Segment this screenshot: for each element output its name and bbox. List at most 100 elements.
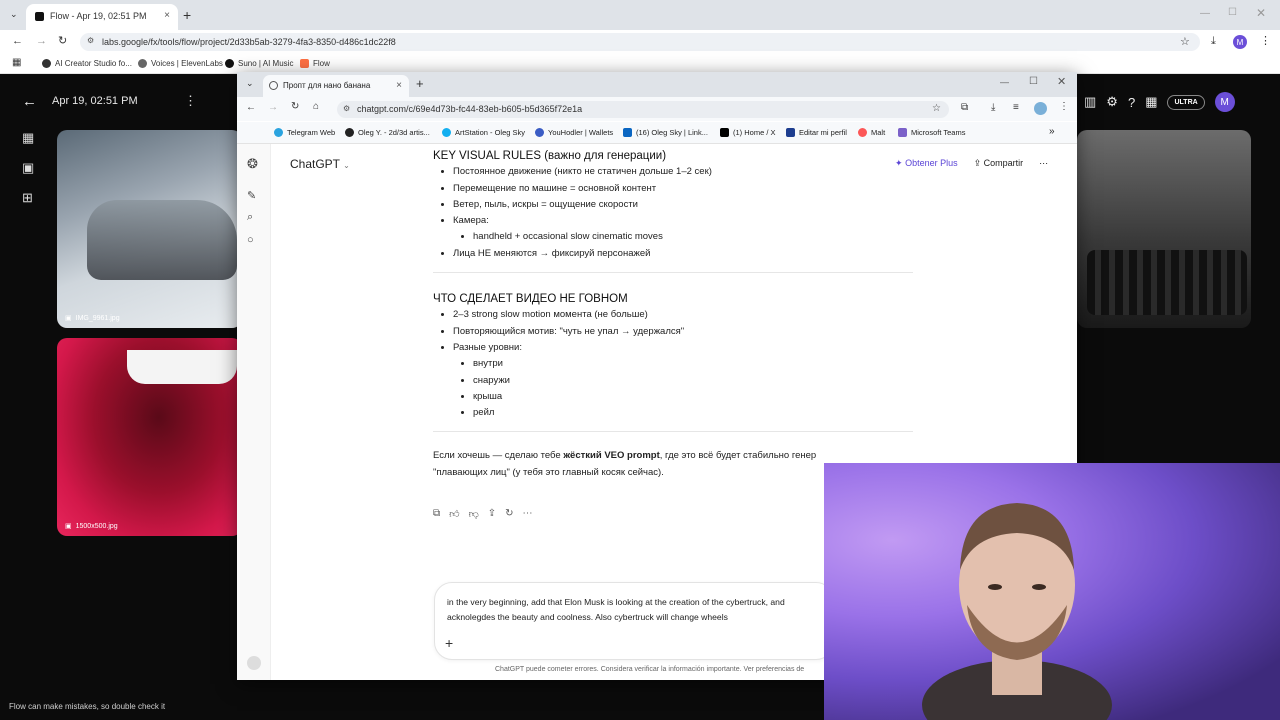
image-icon[interactable]: ▣ — [22, 160, 34, 176]
bookmark-item[interactable]: Malt — [858, 128, 885, 137]
forward-icon[interactable]: → — [268, 102, 278, 113]
thumbs-down-icon[interactable]: 👎︎ — [469, 508, 479, 520]
bookmark-star-icon[interactable]: ☆ — [1180, 35, 1190, 48]
more-bookmarks-icon[interactable]: » — [1049, 126, 1055, 137]
bookmark-item[interactable]: Flow — [300, 59, 330, 68]
apps-grid-icon[interactable]: ▦ — [12, 57, 21, 68]
list-item: Камера: handheld + occasional slow cinem… — [453, 213, 913, 246]
more-options-icon[interactable]: ⋯ — [1039, 158, 1048, 169]
minimize-icon[interactable]: — — [1000, 77, 1009, 87]
project-menu-icon[interactable]: ⋮ — [184, 93, 197, 109]
image-file-icon: ▣ — [65, 523, 72, 530]
profile-avatar[interactable]: M — [1233, 35, 1247, 49]
list-item: крыша — [473, 389, 913, 405]
new-chat-icon[interactable]: ✎ — [247, 189, 256, 202]
tab-title: Пропт для нано банана — [283, 81, 371, 90]
prompt-composer[interactable]: in the very beginning, add that Elon Mus… — [434, 582, 834, 660]
share-button[interactable]: ⇪ Compartir — [974, 158, 1024, 169]
webcam-overlay — [824, 463, 1280, 720]
bookmark-item[interactable]: Editar mi perfil — [786, 128, 847, 137]
openai-logo-icon[interactable]: ❂ — [247, 156, 258, 172]
bookmark-item[interactable]: ArtStation - Oleg Sky — [442, 128, 525, 137]
flow-favicon-icon — [35, 12, 44, 21]
reload-icon[interactable]: ↻ — [291, 101, 299, 112]
close-tab-icon[interactable]: × — [164, 10, 170, 21]
maximize-icon[interactable]: ☐ — [1029, 76, 1038, 87]
bookmark-favicon-icon — [274, 128, 283, 137]
site-info-icon[interactable]: ⚙ — [343, 104, 350, 113]
minimize-icon[interactable]: — — [1200, 8, 1210, 19]
home-icon[interactable]: ⌂ — [313, 101, 319, 112]
search-icon[interactable]: ⌕ — [247, 211, 253, 224]
download-icon[interactable]: ⤓ — [991, 102, 995, 113]
bookmark-item[interactable]: Microsoft Teams — [898, 128, 965, 137]
tab-search-icon[interactable]: ⌄ — [10, 9, 18, 20]
bookmark-item[interactable]: YouHodler | Wallets — [535, 128, 613, 137]
model-selector[interactable]: ChatGPT ⌄ — [290, 157, 350, 171]
prompt-input[interactable]: in the very beginning, add that Elon Mus… — [447, 595, 832, 625]
bookmark-item[interactable]: Voices | ElevenLabs — [138, 59, 223, 68]
bookmark-item[interactable]: Suno | AI Music — [225, 59, 293, 68]
bookmark-favicon-icon — [898, 128, 907, 137]
project-title: Apr 19, 02:51 PM — [52, 95, 138, 107]
share-icon[interactable]: ⇪ — [488, 508, 496, 520]
bookmark-item[interactable]: Oleg Y. - 2d/3d artis... — [345, 128, 430, 137]
bookmark-item[interactable]: AI Creator Studio fo... — [42, 59, 132, 68]
list-item: 2–3 strong slow motion момента (не больш… — [453, 307, 913, 323]
teeth-image — [127, 350, 237, 384]
layout-icon[interactable]: ▥ — [1084, 94, 1096, 110]
bookmark-item[interactable]: Telegram Web — [274, 128, 335, 137]
back-icon[interactable]: ← — [12, 35, 23, 47]
flow-back-icon[interactable]: ← — [22, 93, 37, 110]
folder-add-icon[interactable]: ⊞ — [22, 190, 33, 206]
site-info-icon[interactable]: ⚙ — [87, 36, 94, 45]
bookmark-item[interactable]: (1) Home / X — [720, 128, 776, 137]
share-icon: ⇪ — [973, 158, 982, 168]
user-avatar-icon[interactable] — [247, 656, 261, 670]
extensions-icon[interactable]: ⧉ — [961, 102, 968, 113]
media-tile[interactable]: ▣ 1500x500.jpg — [57, 338, 242, 536]
settings-gear-icon[interactable]: ⚙ — [1106, 94, 1118, 110]
new-tab-icon[interactable]: + — [416, 76, 424, 91]
copy-icon[interactable]: ⧉ — [433, 508, 440, 520]
reload-icon[interactable]: ↻ — [58, 34, 67, 47]
media-control-icon[interactable]: ≡ — [1013, 102, 1019, 113]
flow-footer-note: Flow can make mistakes, so double check … — [9, 702, 166, 711]
section-heading: KEY VISUAL RULES (важно для генерации) — [433, 150, 667, 162]
bookmark-item[interactable]: (16) Oleg Sky | Link... — [623, 128, 708, 137]
list-item: Постоянное движение (никто не статичен д… — [453, 164, 913, 180]
download-icon[interactable]: ⤓ — [1211, 35, 1216, 48]
attach-plus-icon[interactable]: + — [445, 635, 453, 651]
close-window-icon[interactable]: ✕ — [1057, 75, 1066, 88]
tab-chat[interactable]: Пропт для нано банана × — [263, 75, 409, 97]
more-icon[interactable]: ⋯ — [523, 508, 533, 520]
regenerate-icon[interactable]: ↻ — [505, 508, 513, 520]
grid-view-icon[interactable]: ▦ — [22, 130, 34, 146]
chevron-down-icon: ⌄ — [343, 161, 350, 170]
media-tile[interactable] — [1077, 130, 1251, 328]
chat-bubble-icon[interactable]: ○ — [247, 234, 254, 246]
thumbs-up-icon[interactable]: 👍︎ — [449, 508, 459, 520]
bookmarks-bar: ▦ AI Creator Studio fo... Voices | Eleve… — [0, 54, 1280, 74]
close-window-icon[interactable]: ✕ — [1256, 6, 1266, 20]
forward-icon[interactable]: → — [36, 35, 47, 47]
image-file-icon: ▣ — [65, 315, 72, 322]
maximize-icon[interactable]: ☐ — [1228, 7, 1237, 18]
help-icon[interactable]: ? — [1128, 95, 1135, 110]
bookmark-star-icon[interactable]: ☆ — [932, 103, 941, 114]
tab-search-icon[interactable]: ⌄ — [246, 78, 254, 89]
menu-icon[interactable]: ⋮ — [1059, 101, 1069, 112]
address-bar[interactable]: ⚙ labs.google/fx/tools/flow/project/2d33… — [80, 33, 1200, 51]
flow-avatar[interactable]: M — [1214, 92, 1235, 112]
list-item: Ветер, пыль, искры = ощущение скорости — [453, 197, 913, 213]
media-tile[interactable]: ▣ IMG_9961.jpg — [57, 130, 242, 328]
menu-icon[interactable]: ⋮ — [1260, 34, 1271, 47]
tab-flow[interactable]: Flow - Apr 19, 02:51 PM × — [26, 4, 178, 30]
close-tab-icon[interactable]: × — [396, 80, 402, 91]
address-bar[interactable]: ⚙ chatgpt.com/c/69e4d73b-fc44-83eb-b605-… — [337, 101, 949, 118]
back-icon[interactable]: ← — [246, 102, 256, 113]
profile-avatar[interactable] — [1034, 102, 1047, 115]
new-tab-icon[interactable]: + — [183, 7, 191, 23]
flow-toolbar: ▥ ⚙ ? ▦ ULTRA M — [1084, 91, 1235, 113]
apps-grid-icon[interactable]: ▦ — [1145, 94, 1157, 110]
